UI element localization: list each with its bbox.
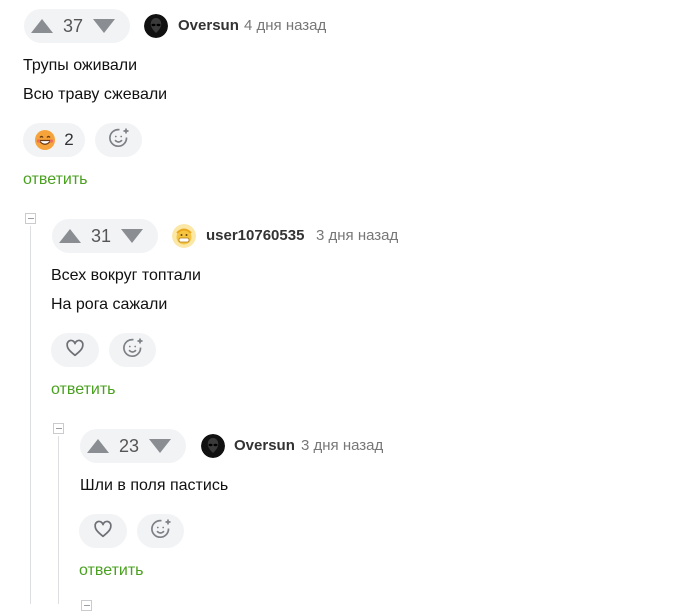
thread-line bbox=[30, 226, 31, 604]
grinning-face-icon bbox=[34, 129, 56, 151]
comment-text-line: На рога сажали bbox=[51, 296, 168, 313]
thread-line bbox=[58, 436, 59, 604]
timestamp[interactable]: 4 дня назад bbox=[244, 17, 326, 34]
author-name[interactable]: Oversun bbox=[234, 437, 295, 454]
add-emoji-icon bbox=[121, 336, 145, 365]
collapse-minus-icon[interactable] bbox=[81, 600, 92, 611]
avatar[interactable] bbox=[144, 14, 168, 38]
comment-text-line: Всех вокруг топтали bbox=[51, 267, 201, 284]
vote-control: 31 bbox=[52, 219, 158, 253]
reply-link[interactable]: ответить bbox=[79, 562, 144, 580]
upvote-arrow-icon[interactable] bbox=[80, 429, 116, 463]
timestamp[interactable]: 3 дня назад bbox=[301, 437, 383, 454]
downvote-arrow-icon[interactable] bbox=[114, 219, 150, 253]
add-emoji-icon bbox=[149, 517, 173, 546]
add-reaction-button[interactable] bbox=[95, 123, 142, 157]
rating-count: 23 bbox=[118, 435, 140, 456]
collapse-minus-icon[interactable] bbox=[53, 423, 64, 434]
reply-link[interactable]: ответить bbox=[51, 381, 116, 399]
author-name[interactable]: user10760535 bbox=[206, 227, 304, 244]
heart-icon bbox=[92, 518, 114, 545]
upvote-arrow-icon[interactable] bbox=[24, 9, 60, 43]
avatar[interactable] bbox=[201, 434, 225, 458]
reaction-count: 2 bbox=[64, 130, 74, 149]
timestamp[interactable]: 3 дня назад bbox=[316, 227, 398, 244]
downvote-arrow-icon[interactable] bbox=[142, 429, 178, 463]
like-button[interactable] bbox=[79, 514, 127, 548]
reaction-laugh-button[interactable]: 2 bbox=[23, 123, 85, 157]
add-reaction-button[interactable] bbox=[137, 514, 184, 548]
add-reaction-button[interactable] bbox=[109, 333, 156, 367]
collapse-minus-icon[interactable] bbox=[25, 213, 36, 224]
avatar[interactable] bbox=[172, 224, 196, 248]
upvote-arrow-icon[interactable] bbox=[52, 219, 88, 253]
reply-link[interactable]: ответить bbox=[23, 171, 88, 189]
heart-icon bbox=[64, 337, 86, 364]
downvote-arrow-icon[interactable] bbox=[86, 9, 122, 43]
vote-control: 23 bbox=[80, 429, 186, 463]
add-emoji-icon bbox=[107, 126, 131, 155]
comment-text-line: Шли в поля пастись bbox=[80, 477, 229, 494]
like-button[interactable] bbox=[51, 333, 99, 367]
comment-text-line: Всю траву сжевали bbox=[23, 86, 168, 103]
rating-count: 31 bbox=[90, 225, 112, 246]
vote-control: 37 bbox=[24, 9, 130, 43]
rating-count: 37 bbox=[62, 15, 84, 36]
author-name[interactable]: Oversun bbox=[178, 17, 239, 34]
comment-text-line: Трупы оживали bbox=[23, 57, 138, 74]
